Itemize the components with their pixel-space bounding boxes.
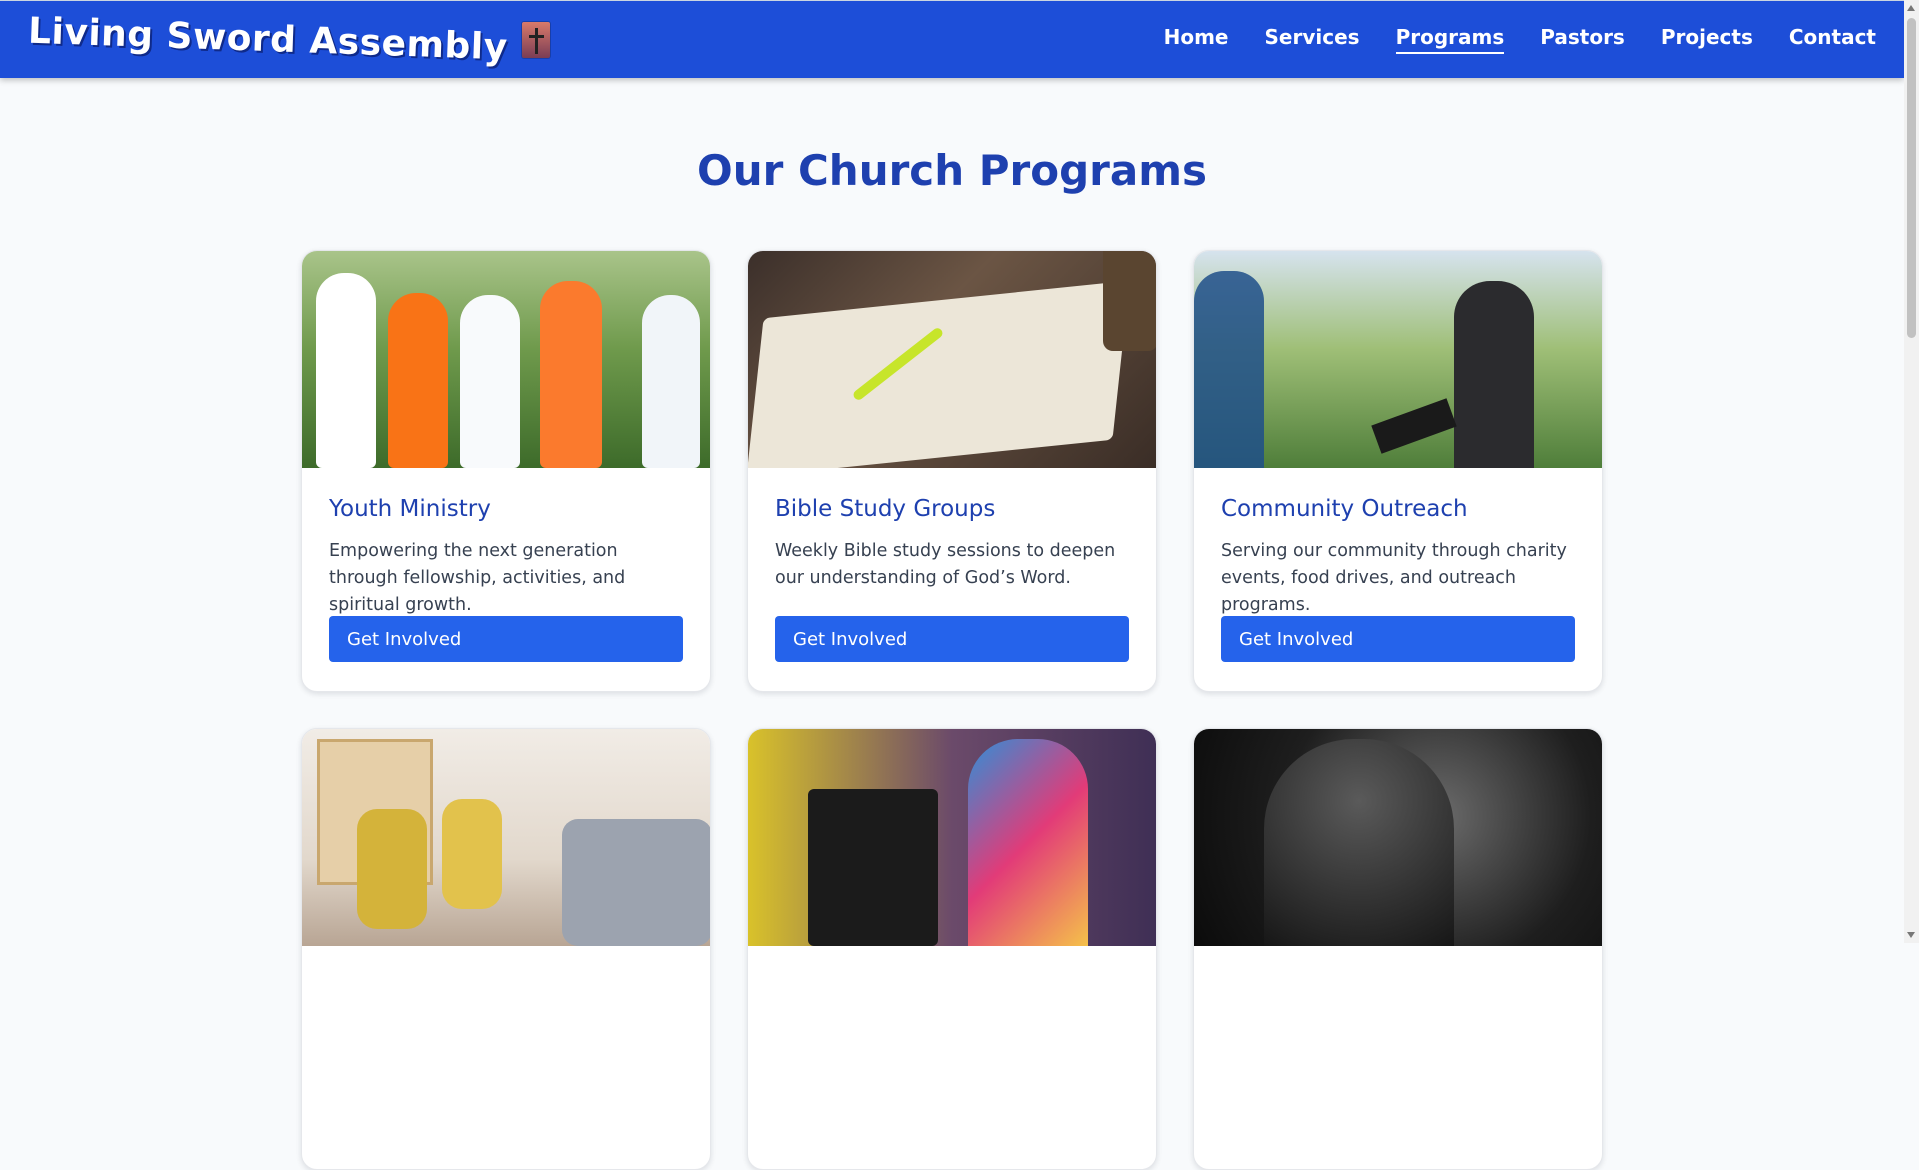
cross-logo-icon	[521, 21, 550, 58]
bible-study-photo	[748, 251, 1156, 468]
nav-services[interactable]: Services	[1265, 25, 1360, 54]
program-card-youth: Youth Ministry Empowering the next gener…	[301, 250, 711, 692]
top-navbar: Living Sword Assembly Home Services Prog…	[0, 0, 1904, 78]
nav-home[interactable]: Home	[1164, 25, 1229, 54]
nav-projects[interactable]: Projects	[1661, 25, 1753, 54]
main-nav: Home Services Programs Pastors Projects …	[1164, 25, 1876, 54]
program-description: Weekly Bible study sessions to deepen ou…	[775, 541, 1116, 588]
get-involved-button[interactable]: Get Involved	[1221, 616, 1575, 662]
brand-title: Living Sword Assembly	[27, 10, 509, 69]
program-description: Serving our community through charity ev…	[1221, 541, 1567, 615]
page-title: Our Church Programs	[697, 146, 1207, 195]
small-group-photo	[302, 729, 710, 946]
nav-pastors[interactable]: Pastors	[1540, 25, 1625, 54]
program-description: Empowering the next generation through f…	[329, 541, 626, 615]
program-title: Youth Ministry	[329, 496, 491, 522]
community-outreach-photo	[1194, 251, 1602, 468]
youth-ministry-photo	[302, 251, 710, 468]
scroll-down-icon[interactable]	[1907, 932, 1915, 938]
brand-logo-link[interactable]: Living Sword Assembly	[27, 11, 550, 68]
programs-grid: Youth Ministry Empowering the next gener…	[301, 250, 1603, 1170]
scroll-thumb[interactable]	[1907, 18, 1916, 338]
nav-programs[interactable]: Programs	[1395, 25, 1505, 54]
prayer-ministry-photo	[1194, 729, 1602, 946]
program-card-preaching	[747, 728, 1157, 1170]
scroll-up-icon[interactable]	[1907, 5, 1915, 11]
program-title: Bible Study Groups	[775, 496, 996, 522]
program-card-community-outreach: Community Outreach Serving our community…	[1193, 250, 1603, 692]
nav-contact[interactable]: Contact	[1789, 25, 1876, 54]
program-title: Community Outreach	[1221, 496, 1468, 522]
get-involved-button[interactable]: Get Involved	[329, 616, 683, 662]
page-scrollbar[interactable]	[1904, 0, 1919, 943]
program-card-small-group	[301, 728, 711, 1170]
program-card-bible-study: Bible Study Groups Weekly Bible study se…	[747, 250, 1157, 692]
get-involved-button[interactable]: Get Involved	[775, 616, 1129, 662]
program-card-prayer	[1193, 728, 1603, 1170]
women-ministry-photo	[748, 729, 1156, 946]
